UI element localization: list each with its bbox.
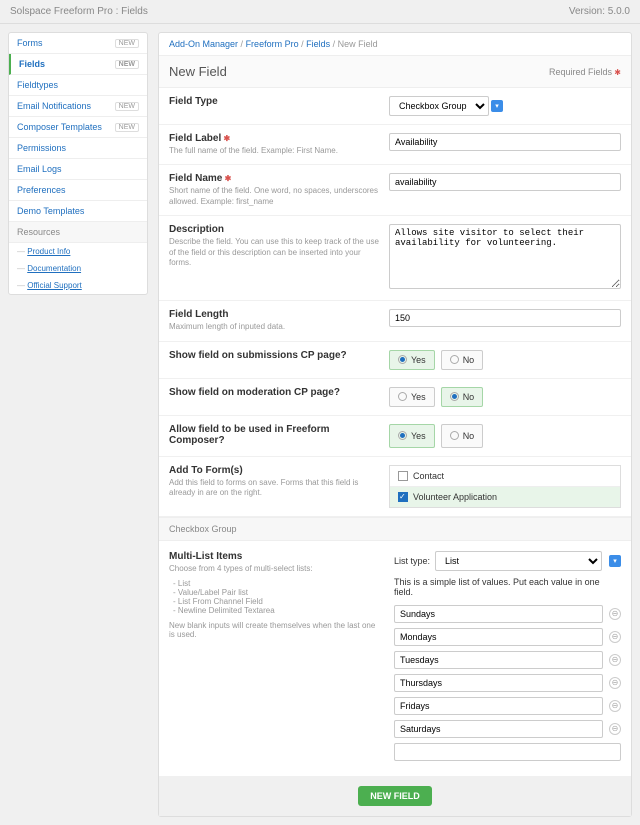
radio-icon [398,431,407,440]
multi-list-label: Multi-List Items [169,551,379,562]
radio-icon [398,392,407,401]
remove-icon[interactable]: ⊖ [609,631,621,643]
sidebar-link-official-support[interactable]: Official Support [9,277,147,294]
list-item-input[interactable] [394,697,603,715]
show-moderation-yes[interactable]: Yes [389,387,435,407]
remove-icon[interactable]: ⊖ [609,677,621,689]
field-type-select[interactable]: Checkbox Group [389,96,489,116]
field-name-label: Field Name [169,173,379,184]
show-submissions-no[interactable]: No [441,350,484,370]
add-to-forms-label: Add To Form(s) [169,465,379,476]
sidebar: FormsNEW FieldsNEW Fieldtypes Email Noti… [8,32,148,295]
description-help: Describe the field. You can use this to … [169,237,379,268]
list-type-label: List type: [394,556,430,566]
required-fields-note: Required Fields [549,67,621,77]
sidebar-resources-header: Resources [9,222,147,243]
remove-icon[interactable]: ⊖ [609,654,621,666]
description-textarea[interactable]: Allows site visitor to select their avai… [389,224,621,289]
breadcrumb: Add-On Manager / Freeform Pro / Fields /… [159,33,631,56]
remove-icon[interactable]: ⊖ [609,700,621,712]
radio-icon [450,392,459,401]
sidebar-item-forms[interactable]: FormsNEW [9,33,147,54]
multi-list-help: Choose from 4 types of multi-select list… [169,564,379,573]
page-title: Solspace Freeform Pro : Fields [10,6,148,17]
description-label: Description [169,224,379,235]
field-name-input[interactable] [389,173,621,191]
list-item-input[interactable] [394,651,603,669]
field-length-label: Field Length [169,309,379,320]
list-type-option: Newline Delimited Textarea [173,606,379,615]
list-item-input[interactable] [394,674,603,692]
add-to-forms-help: Add this field to forms on save. Forms t… [169,478,379,499]
show-moderation-label: Show field on moderation CP page? [169,387,379,398]
field-type-label: Field Type [169,96,379,107]
show-submissions-label: Show field on submissions CP page? [169,350,379,361]
field-label-label: Field Label [169,133,379,144]
sidebar-item-email-notifications[interactable]: Email NotificationsNEW [9,96,147,117]
sidebar-item-fieldtypes[interactable]: Fieldtypes [9,75,147,96]
list-item-input[interactable] [394,743,621,761]
panel-title: New Field [169,64,227,79]
version-label: Version: 5.0.0 [569,6,630,17]
show-moderation-no[interactable]: No [441,387,484,407]
chevron-down-icon: ▾ [491,100,503,112]
field-label-input[interactable] [389,133,621,151]
list-type-option: List [173,579,379,588]
checkbox-icon[interactable] [398,471,408,481]
field-length-help: Maximum length of inputed data. [169,322,379,332]
multi-list-note: New blank inputs will create themselves … [169,621,379,639]
add-form-volunteer[interactable]: Volunteer Application [390,487,620,507]
field-label-help: The full name of the field. Example: Fir… [169,146,379,156]
allow-composer-yes[interactable]: Yes [389,424,435,448]
sidebar-item-preferences[interactable]: Preferences [9,180,147,201]
sidebar-item-email-logs[interactable]: Email Logs [9,159,147,180]
add-form-contact[interactable]: Contact [390,466,620,487]
sidebar-item-demo-templates[interactable]: Demo Templates [9,201,147,222]
allow-composer-no[interactable]: No [441,424,484,448]
radio-icon [450,431,459,440]
list-item-input[interactable] [394,605,603,623]
crumb-current: New Field [338,39,378,49]
chevron-down-icon: ▾ [609,555,621,567]
new-field-button[interactable]: NEW FIELD [358,786,432,806]
radio-icon [398,355,407,364]
section-checkbox-group: Checkbox Group [159,517,631,541]
sidebar-item-fields[interactable]: FieldsNEW [9,54,147,75]
remove-icon[interactable]: ⊖ [609,608,621,620]
sidebar-link-documentation[interactable]: Documentation [9,260,147,277]
list-type-option: List From Channel Field [173,597,379,606]
list-item-input[interactable] [394,720,603,738]
crumb-addon-manager[interactable]: Add-On Manager [169,39,238,49]
checkbox-icon[interactable] [398,492,408,502]
crumb-fields[interactable]: Fields [306,39,330,49]
list-type-help: This is a simple list of values. Put eac… [394,577,621,597]
remove-icon[interactable]: ⊖ [609,723,621,735]
sidebar-link-product-info[interactable]: Product Info [9,243,147,260]
sidebar-item-composer-templates[interactable]: Composer TemplatesNEW [9,117,147,138]
list-item-input[interactable] [394,628,603,646]
field-name-help: Short name of the field. One word, no sp… [169,186,379,207]
field-length-input[interactable] [389,309,621,327]
radio-icon [450,355,459,364]
list-type-option: Value/Label Pair list [173,588,379,597]
list-type-select[interactable]: List [435,551,602,571]
show-submissions-yes[interactable]: Yes [389,350,435,370]
allow-composer-label: Allow field to be used in Freeform Compo… [169,424,379,446]
crumb-freeform-pro[interactable]: Freeform Pro [246,39,299,49]
sidebar-item-permissions[interactable]: Permissions [9,138,147,159]
